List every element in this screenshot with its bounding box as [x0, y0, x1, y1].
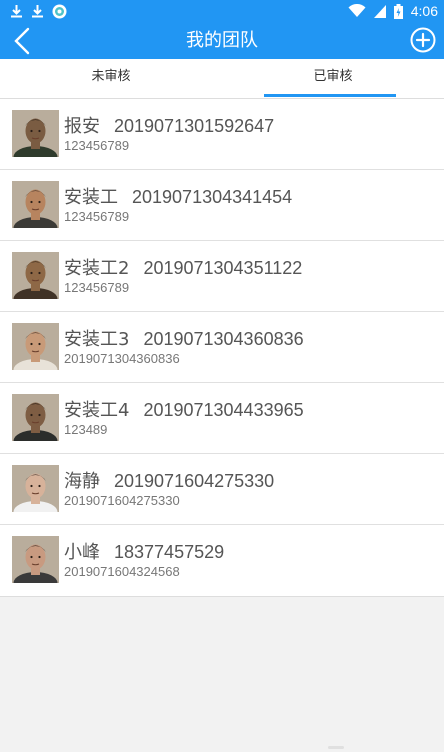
member-name-text: 海静 — [64, 471, 100, 492]
download-icon — [32, 5, 43, 18]
avatar — [12, 323, 59, 370]
member-id: 2019071604275330 — [114, 471, 275, 491]
page-title: 我的团队 — [186, 30, 258, 51]
member-id: 2019071304341454 — [132, 187, 293, 207]
member-name: 安装工2 2019071304351122 — [64, 254, 302, 280]
member-subtext: 2019071604324568 — [64, 564, 180, 579]
member-row[interactable]: 安装工4 2019071304433965 123489 — [0, 383, 444, 454]
tab-reviewed[interactable]: 已审核 — [222, 59, 444, 99]
member-name-text: 安装工3 — [64, 329, 130, 350]
member-id: 2019071301592647 — [114, 116, 275, 136]
member-name-text: 小峰 — [64, 542, 100, 563]
tab-bar: 未审核 已审核 — [0, 59, 444, 99]
member-id: 2019071304360836 — [143, 329, 304, 349]
wifi-icon — [348, 4, 366, 17]
status-time: 4:06 — [410, 3, 438, 19]
member-name: 安装工 2019071304341454 — [64, 183, 292, 209]
download-icon — [11, 5, 22, 18]
status-bar-left — [10, 4, 67, 19]
member-name-text: 安装工 — [64, 187, 118, 208]
member-name: 安装工4 2019071304433965 — [64, 396, 304, 422]
member-subtext: 2019071604275330 — [64, 493, 180, 508]
member-name: 小峰 18377457529 — [64, 538, 224, 564]
avatar — [12, 536, 59, 583]
member-subtext: 123456789 — [64, 138, 130, 153]
member-row[interactable]: 安装工2 2019071304351122 123456789 — [0, 241, 444, 312]
status-bar: 4:06 — [0, 0, 444, 22]
member-subtext: 2019071304360836 — [64, 351, 180, 366]
active-tab-indicator — [264, 94, 396, 97]
member-id: 2019071304351122 — [143, 258, 303, 278]
battery-icon — [393, 3, 403, 19]
avatar — [12, 465, 59, 512]
member-name: 安装工3 2019071304360836 — [64, 325, 304, 351]
member-row[interactable]: 小峰 18377457529 2019071604324568 — [0, 525, 444, 596]
member-name-text: 安装工4 — [64, 400, 130, 421]
member-subtext: 123456789 — [64, 209, 130, 224]
member-name: 报安 2019071301592647 — [64, 112, 274, 138]
member-id: 2019071304433965 — [143, 400, 304, 420]
member-name: 海静 2019071604275330 — [64, 467, 274, 493]
member-row[interactable]: 安装工 2019071304341454 123456789 — [0, 170, 444, 241]
member-name-text: 报安 — [64, 116, 100, 137]
title-bar: 我的团队 — [0, 22, 444, 59]
app-notification-icon — [52, 4, 67, 18]
status-bar-right: 4:06 — [348, 3, 438, 19]
avatar — [12, 181, 59, 228]
tab-unreviewed[interactable]: 未审核 — [0, 59, 222, 99]
member-id: 18377457529 — [114, 542, 225, 562]
plus-circle-icon[interactable] — [410, 27, 436, 53]
avatar — [12, 394, 59, 441]
member-list: 报安 2019071301592647 123456789 安装工 2019071304… — [0, 99, 444, 597]
member-name-text: 安装工2 — [64, 258, 130, 279]
member-row[interactable]: 安装工3 2019071304360836 2019071304360836 — [0, 312, 444, 383]
signal-icon — [373, 4, 386, 18]
member-row[interactable]: 报安 2019071301592647 123456789 — [0, 99, 444, 170]
avatar — [12, 110, 59, 157]
member-row[interactable]: 海静 2019071604275330 2019071604275330 — [0, 454, 444, 525]
bottom-indicator — [328, 746, 344, 749]
member-subtext: 123489 — [64, 422, 108, 437]
avatar — [12, 252, 59, 299]
member-subtext: 123456789 — [64, 280, 130, 295]
